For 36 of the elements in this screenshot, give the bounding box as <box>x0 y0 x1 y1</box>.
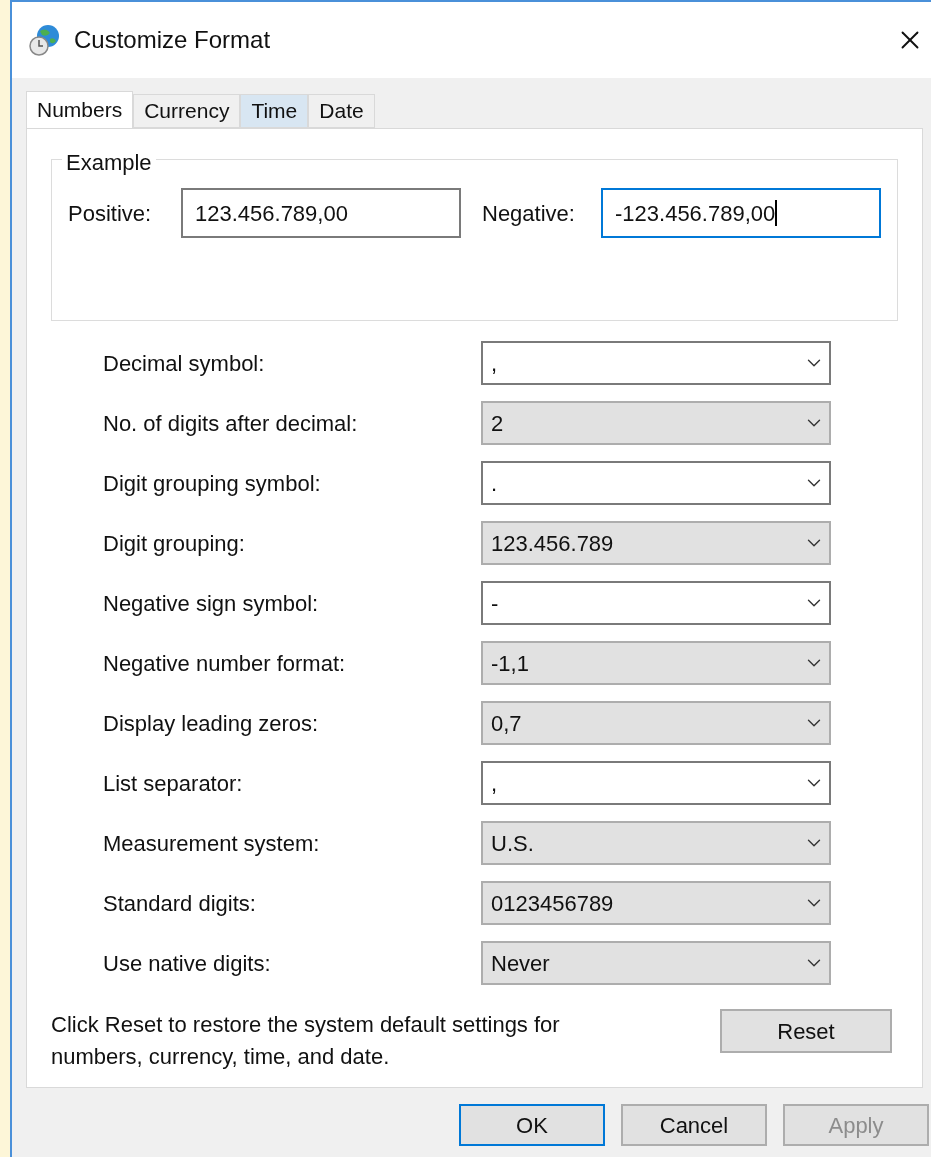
tab[interactable]: Currency <box>133 94 241 128</box>
dropdown[interactable]: 0,7 <box>481 701 831 745</box>
setting-label: List separator: <box>103 769 244 798</box>
dialog-button[interactable]: Cancel <box>621 1104 767 1146</box>
setting-label: Digit grouping: <box>103 529 246 558</box>
globe-clock-icon <box>28 23 62 57</box>
reset-button[interactable]: Reset <box>720 1009 892 1053</box>
dropdown[interactable]: , <box>481 761 831 805</box>
setting-label: No. of digits after decimal: <box>103 409 359 438</box>
field-label: Negative: <box>482 199 576 228</box>
tab[interactable]: Numbers <box>26 91 134 129</box>
setting-label: Measurement system: <box>103 829 321 858</box>
setting-label: Use native digits: <box>103 949 272 978</box>
dropdown[interactable]: 123.456.789 <box>481 521 831 565</box>
reset-note: Click Reset to restore the system default settings for numbers, currency, time, and date. <box>51 1011 561 1071</box>
dropdown[interactable]: Never <box>481 941 831 985</box>
dropdown[interactable]: 0123456789 <box>481 881 831 925</box>
setting-label: Standard digits: <box>103 889 257 918</box>
window-title: Customize Format <box>74 25 271 55</box>
tab[interactable]: Time <box>240 94 309 128</box>
field-label: Positive: <box>68 199 153 228</box>
input-field[interactable]: -123.456.789,00 <box>601 188 881 238</box>
dropdown[interactable]: -1,1 <box>481 641 831 685</box>
dropdown[interactable]: - <box>481 581 831 625</box>
setting-label: Decimal symbol: <box>103 349 266 378</box>
dropdown[interactable]: . <box>481 461 831 505</box>
input-field[interactable]: 123.456.789,00 <box>181 188 461 238</box>
dialog-button[interactable]: OK <box>459 1104 605 1146</box>
setting-label: Negative sign symbol: <box>103 589 320 618</box>
dropdown[interactable]: , <box>481 341 831 385</box>
setting-label: Display leading zeros: <box>103 709 320 738</box>
dropdown[interactable]: U.S. <box>481 821 831 865</box>
setting-label: Digit grouping symbol: <box>103 469 322 498</box>
dropdown[interactable]: 2 <box>481 401 831 445</box>
setting-label: Negative number format: <box>103 649 347 678</box>
tab[interactable]: Date <box>308 94 375 128</box>
